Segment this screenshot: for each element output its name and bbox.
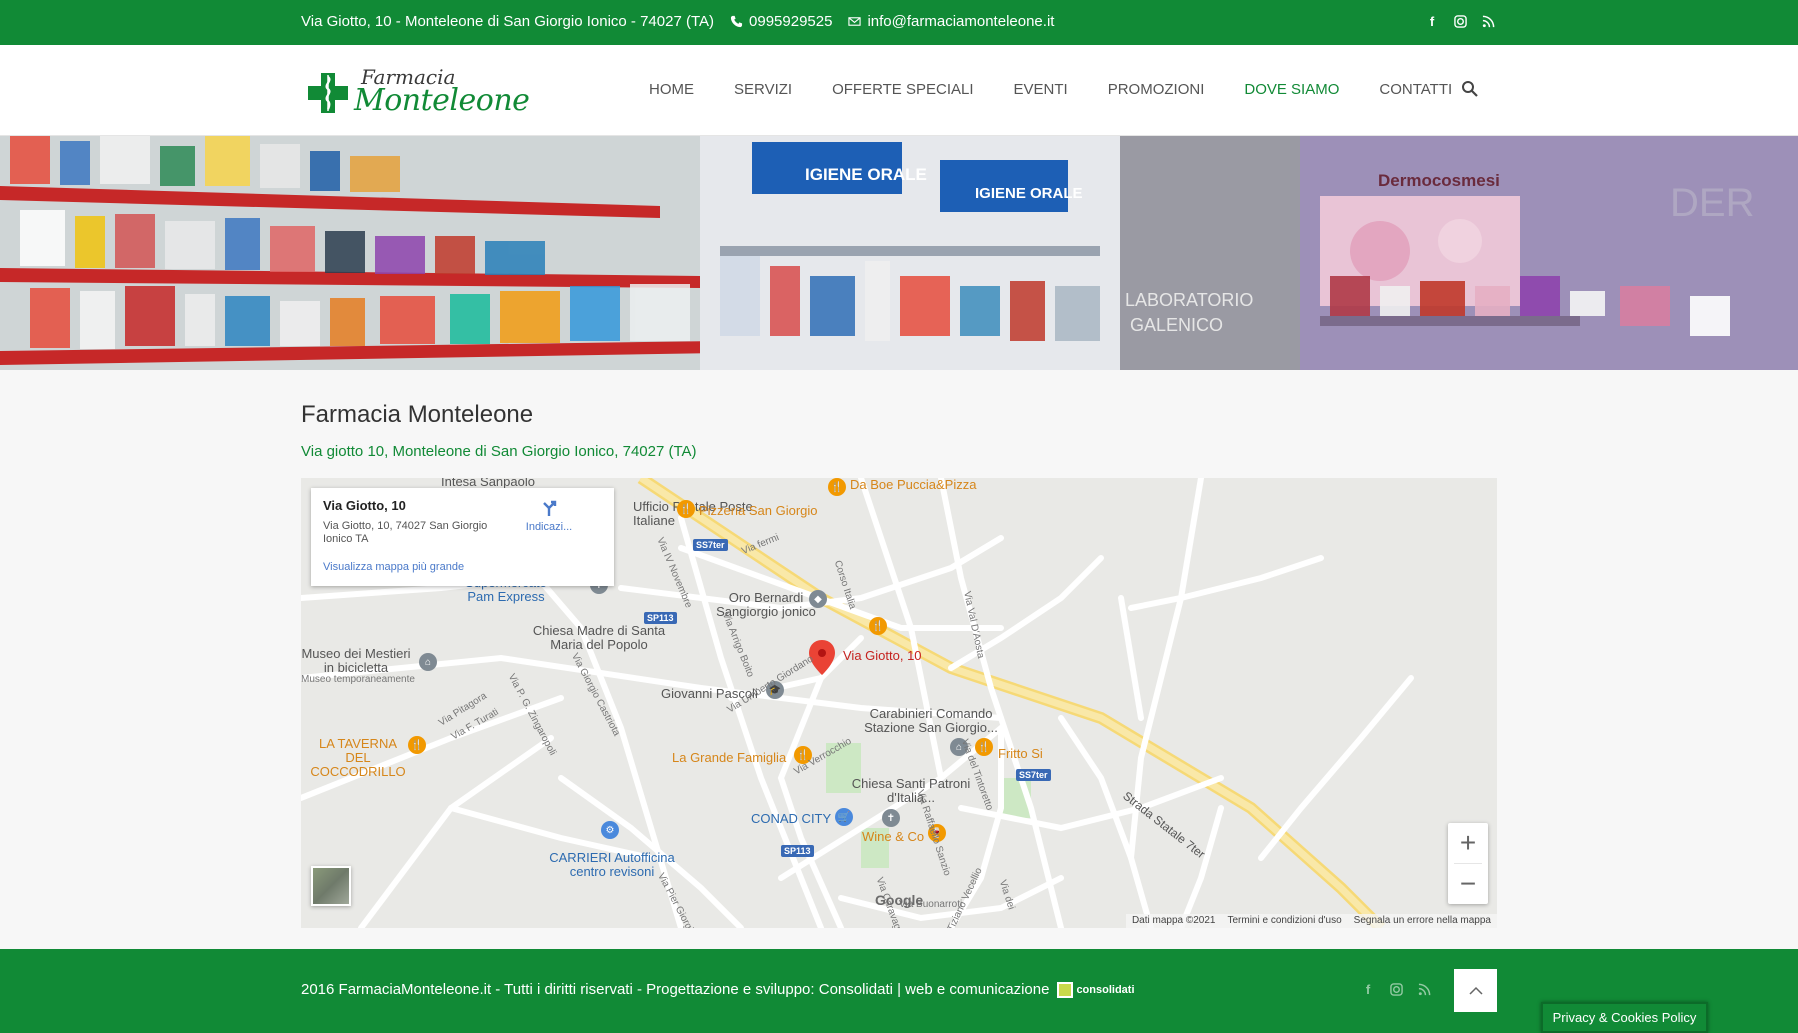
nav-promozioni[interactable]: PROMOZIONI	[1088, 81, 1225, 98]
place-label[interactable]: Chiesa Santi Patroni d'Italia...	[846, 777, 976, 805]
email-item[interactable]: info@farmaciamonteleone.it	[848, 13, 1054, 30]
place-label[interactable]: Da Boe Puccia&Pizza	[850, 478, 976, 492]
church-icon[interactable]: ✝	[882, 809, 900, 827]
footer-social-links: f	[1361, 981, 1431, 997]
facebook-icon[interactable]: f	[1361, 981, 1375, 997]
report-error-link[interactable]: Segnala un errore nella mappa	[1354, 914, 1491, 928]
place-label[interactable]: Wine & Co	[862, 830, 924, 844]
road-shield: SP113	[644, 612, 677, 624]
jewelry-icon[interactable]: ◆	[809, 590, 827, 608]
restaurant-icon[interactable]: 🍴	[828, 478, 846, 496]
social-links: f	[1425, 13, 1495, 29]
svg-text:Dermocosmesi: Dermocosmesi	[1378, 171, 1500, 190]
info-title: Via Giotto, 10	[323, 498, 406, 513]
facebook-icon[interactable]: f	[1425, 13, 1439, 29]
map-attribution: Dati mappa ©2021 Termini e condizioni d'…	[1125, 914, 1497, 928]
satellite-toggle[interactable]	[311, 866, 351, 906]
place-label[interactable]: La Grande Famiglia	[672, 751, 786, 765]
place-label[interactable]: Carabinieri Comando Stazione San Giorgio…	[861, 707, 1001, 735]
svg-text:IGIENE ORALE: IGIENE ORALE	[805, 165, 927, 184]
svg-text:IGIENE ORALE: IGIENE ORALE	[975, 185, 1083, 202]
nav-offerte-speciali[interactable]: OFFERTE SPECIALI	[812, 81, 993, 98]
phone-text: 0995929525	[749, 13, 833, 30]
mail-icon	[848, 17, 862, 26]
main-nav: HOME SERVIZI OFFERTE SPECIALI EVENTI PRO…	[629, 81, 1472, 98]
email-text: info@farmaciamonteleone.it	[867, 13, 1055, 30]
consolidati-logo[interactable]: consolidati	[1057, 981, 1135, 998]
search-icon[interactable]	[1461, 80, 1479, 98]
instagram-icon[interactable]	[1453, 13, 1467, 29]
nav-servizi[interactable]: SERVIZI	[714, 81, 812, 98]
copyright-text: 2016 FarmaciaMonteleone.it - Tutti i dir…	[301, 981, 1050, 998]
directions-label: Indicazi...	[525, 521, 573, 533]
marker-label[interactable]: Via Giotto, 10	[843, 649, 922, 663]
place-label[interactable]: Museo dei Mestieri in bicicletta	[301, 647, 411, 675]
top-bar: Via Giotto, 10 - Monteleone di San Giorg…	[0, 0, 1798, 45]
info-address: Via Giotto, 10, 74027 San Giorgio Ionico…	[323, 520, 488, 545]
address-text: Via Giotto, 10 - Monteleone di San Giorg…	[301, 13, 715, 30]
museum-icon[interactable]: ⌂	[419, 653, 437, 671]
zoom-control: + −	[1448, 823, 1488, 904]
rss-icon[interactable]	[1481, 13, 1495, 29]
larger-map-link[interactable]: Visualizza mappa più grande	[323, 561, 464, 573]
page-title: Farmacia Monteleone	[301, 401, 534, 428]
cart-icon[interactable]: 🛒	[835, 808, 853, 826]
place-label: Museo temporaneamente	[301, 674, 415, 685]
road-shield: SS7ter	[693, 539, 728, 551]
rss-icon[interactable]	[1417, 981, 1431, 997]
zoom-in-button[interactable]: +	[1448, 823, 1488, 863]
zoom-out-button[interactable]: −	[1448, 864, 1488, 904]
restaurant-icon[interactable]: 🍴	[408, 736, 426, 754]
contact-info: Via Giotto, 10 - Monteleone di San Giorg…	[301, 13, 1054, 30]
place-label[interactable]: Chiesa Madre di Santa Maria del Popolo	[529, 624, 669, 652]
map-data-text: Dati mappa ©2021	[1131, 915, 1216, 926]
road-shield: SS7ter	[1016, 769, 1051, 781]
google-logo: Google	[875, 892, 924, 908]
address-line: Via giotto 10, Monteleone di San Giorgio…	[301, 443, 697, 460]
car-service-icon[interactable]: ⚙	[601, 821, 619, 839]
place-label[interactable]: CONAD CITY	[751, 812, 831, 826]
place-label[interactable]: Fritto Si	[998, 747, 1043, 761]
hero-banner: IGIENE ORALE IGIENE ORALE LABORATORIO GA…	[0, 136, 1798, 370]
terms-link[interactable]: Termini e condizioni d'uso	[1227, 914, 1341, 928]
chevron-up-icon	[1468, 986, 1483, 995]
place-label[interactable]: Pizzeria San Giorgio	[699, 504, 818, 518]
site-logo[interactable]: Farmacia Monteleone	[306, 65, 530, 118]
pharmacy-shelves-image: IGIENE ORALE IGIENE ORALE LABORATORIO GA…	[0, 136, 1798, 370]
phone-icon	[730, 15, 743, 28]
directions-icon	[543, 500, 557, 516]
svg-text:DER: DER	[1670, 181, 1754, 225]
phone-item[interactable]: 0995929525	[730, 13, 832, 30]
scroll-to-top-button[interactable]	[1454, 969, 1497, 1012]
nav-home[interactable]: HOME	[629, 81, 714, 98]
restaurant-icon[interactable]: 🍴	[975, 738, 993, 756]
footer-copyright: 2016 FarmaciaMonteleone.it - Tutti i dir…	[301, 981, 1135, 998]
directions-button[interactable]: Indicazi...	[521, 498, 577, 533]
instagram-icon[interactable]	[1389, 981, 1403, 997]
svg-text:LABORATORIO: LABORATORIO	[1125, 290, 1253, 310]
place-label[interactable]: LA TAVERNA DEL COCCODRILLO	[308, 737, 408, 779]
consolidati-logo-mark	[1057, 981, 1074, 998]
map-info-window: Via Giotto, 10 Via Giotto, 10, 74027 San…	[311, 488, 614, 586]
consolidati-logo-text: consolidati	[1076, 983, 1135, 996]
privacy-cookies-button[interactable]: Privacy & Cookies Policy	[1541, 1002, 1708, 1033]
logo-text-monteleone: Monteleone	[354, 83, 530, 118]
google-map[interactable]: Intesa Sanpaolo Ufficio Postale Poste It…	[301, 478, 1497, 928]
svg-text:GALENICO: GALENICO	[1130, 315, 1223, 335]
site-header: Farmacia Monteleone HOME SERVIZI OFFERTE…	[0, 45, 1798, 136]
restaurant-icon[interactable]: 🍴	[677, 500, 695, 518]
nav-dove-siamo[interactable]: DOVE SIAMO	[1224, 81, 1359, 98]
restaurant-icon[interactable]: 🍴	[869, 617, 887, 635]
nav-contatti[interactable]: CONTATTI	[1359, 81, 1472, 98]
nav-eventi[interactable]: EVENTI	[994, 81, 1088, 98]
pharmacy-cross-icon	[308, 73, 348, 113]
road-shield: SP113	[781, 845, 814, 857]
site-footer: 2016 FarmaciaMonteleone.it - Tutti i dir…	[0, 949, 1798, 1033]
